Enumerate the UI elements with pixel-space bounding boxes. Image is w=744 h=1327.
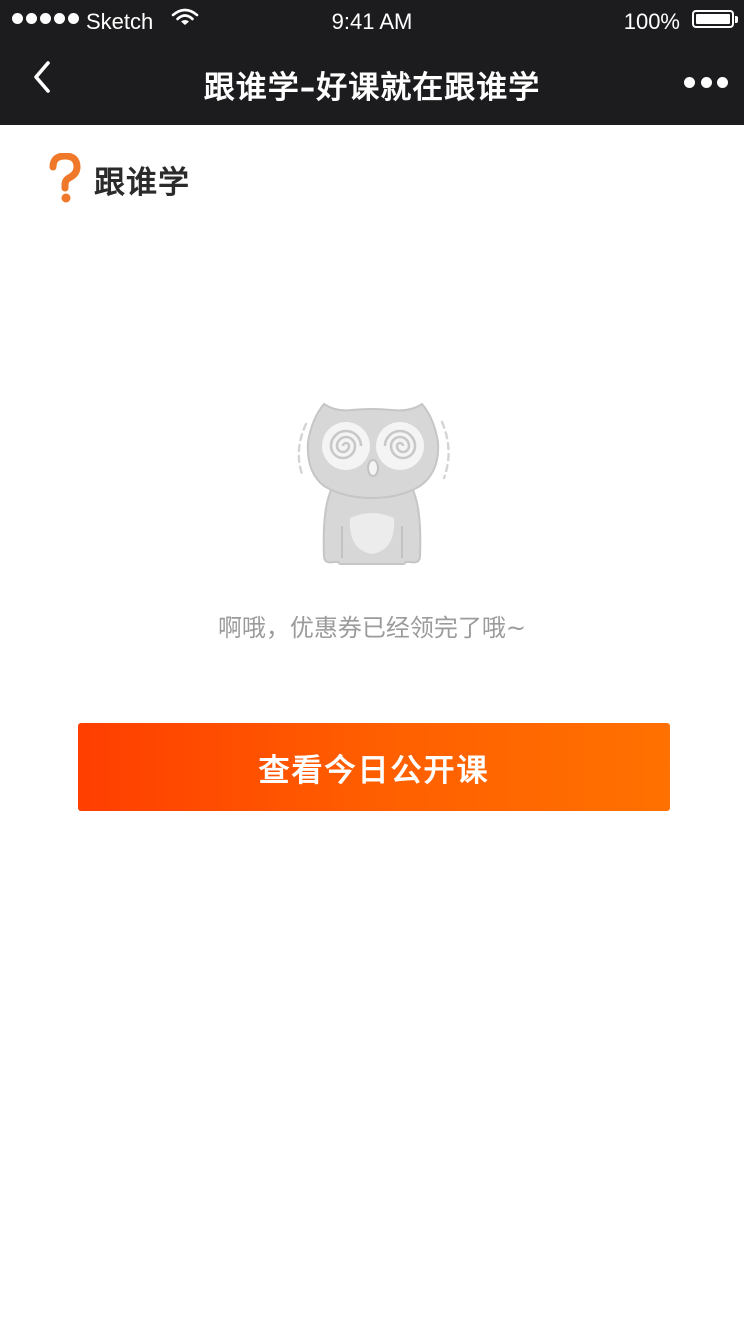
brand-logo: 跟谁学 [48, 153, 190, 205]
navigation-bar: 跟谁学–好课就在跟谁学 [0, 44, 744, 125]
brand-name: 跟谁学 [94, 164, 190, 201]
battery-icon [692, 10, 738, 28]
battery-percent: 100% [623, 9, 680, 34]
battery-level-fill [696, 14, 730, 24]
empty-state-message: 啊哦，优惠券已经领完了哦~ [217, 614, 527, 642]
back-button[interactable] [20, 52, 66, 102]
more-dots-icon [684, 76, 695, 88]
more-button[interactable] [684, 66, 728, 98]
question-mark-logo-icon [49, 153, 81, 203]
view-today-open-class-button[interactable]: 查看今日公开课 [78, 723, 670, 811]
top-bar: Sketch 9:41 AM 100% 跟谁学–好课就在跟谁学 [0, 0, 744, 125]
dizzy-cat-icon [297, 402, 450, 565]
chevron-left-icon [34, 61, 50, 93]
status-bar: Sketch 9:41 AM 100% [0, 0, 744, 44]
page-title: 跟谁学–好课就在跟谁学 [203, 70, 541, 106]
